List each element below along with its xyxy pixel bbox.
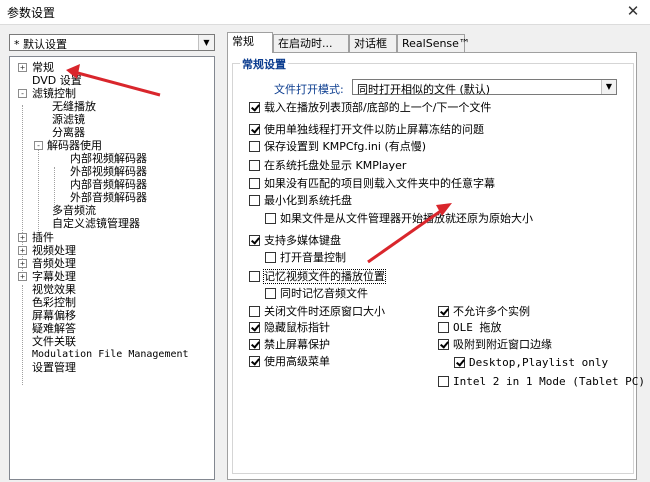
option-restore-original[interactable]: 如果文件是从文件管理器开始播放就还原为原始大小 — [265, 212, 533, 226]
option-save-ini[interactable]: 保存设置到 KMPCfg.ini (有点慢) — [249, 140, 426, 154]
settings-tree[interactable]: + 常规 DVD 设置 - 滤镜控制 无缝播放 源滤镜 分离器 - 解码器使用 … — [9, 56, 215, 480]
option-single-instance[interactable]: 不允许多个实例 — [438, 305, 530, 319]
profile-value: * 默认设置 — [14, 38, 67, 51]
tree-item-source-filter[interactable]: 源滤镜 — [52, 113, 85, 126]
tree-item-video-proc[interactable]: + 视频处理 — [15, 244, 76, 257]
tree-item-screen-offset[interactable]: 屏幕偏移 — [32, 309, 76, 322]
profile-select[interactable]: * 默认设置 ▼ — [9, 34, 215, 51]
tree-item-int-video-decoder[interactable]: 内部视频解码器 — [70, 152, 147, 165]
checkbox-checked[interactable] — [249, 322, 260, 333]
checkbox-checked[interactable] — [249, 356, 260, 367]
expand-icon[interactable]: + — [18, 63, 27, 72]
checkbox-unchecked[interactable] — [265, 252, 276, 263]
tree-item-ext-video-decoder[interactable]: 外部视频解码器 — [70, 165, 147, 178]
collapse-icon[interactable]: - — [18, 89, 27, 98]
option-separate-thread[interactable]: 使用单独线程打开文件以防止屏幕冻结的问题 — [249, 123, 484, 137]
tab-on-startup[interactable]: 在启动时... — [273, 34, 349, 52]
expand-icon[interactable]: + — [18, 246, 27, 255]
tree-item-file-assoc[interactable]: 文件关联 — [32, 335, 76, 348]
option-intel-2in1[interactable]: Intel 2 in 1 Mode (Tablet PC) — [438, 375, 645, 389]
tree-item-splitter[interactable]: 分离器 — [52, 126, 85, 139]
tree-item-decoder-usage[interactable]: - 解码器使用 — [32, 139, 102, 152]
expand-icon[interactable]: + — [18, 233, 27, 242]
option-snap-edges[interactable]: 吸附到附近窗口边缘 — [438, 338, 552, 352]
checkbox-unchecked[interactable] — [249, 141, 260, 152]
tree-item-int-audio-decoder[interactable]: 内部音频解码器 — [70, 178, 147, 191]
option-load-prev-next[interactable]: 载入在播放列表顶部/底部的上一个/下一个文件 — [249, 101, 491, 115]
checkbox-checked[interactable] — [454, 357, 465, 368]
window-title: 参数设置 — [7, 6, 56, 20]
option-ole-drag[interactable]: OLE 拖放 — [438, 321, 502, 335]
tree-line — [22, 285, 23, 385]
expand-icon[interactable]: + — [18, 259, 27, 268]
checkbox-unchecked[interactable] — [438, 376, 449, 387]
option-hide-cursor[interactable]: 隐藏鼠标指针 — [249, 321, 330, 335]
chevron-down-icon[interactable]: ▼ — [198, 35, 214, 50]
file-open-value: 同时打开相似的文件 (默认) — [357, 83, 491, 96]
option-remember-position[interactable]: 记忆视频文件的播放位置 — [249, 269, 386, 284]
tab-general[interactable]: 常规 — [227, 32, 273, 53]
tree-item-troubleshoot[interactable]: 疑难解答 — [32, 322, 76, 335]
tree-item-ext-audio-decoder[interactable]: 外部音频解码器 — [70, 191, 147, 204]
checkbox-unchecked[interactable] — [265, 213, 276, 224]
checkbox-checked[interactable] — [249, 235, 260, 246]
tree-item-modulation[interactable]: Modulation File Management — [32, 348, 189, 361]
chevron-down-icon[interactable]: ▼ — [601, 80, 616, 94]
option-remember-audio[interactable]: 同时记忆音频文件 — [265, 287, 368, 301]
checkbox-checked[interactable] — [438, 339, 449, 350]
checkbox-checked[interactable] — [249, 102, 260, 113]
tree-item-dvd[interactable]: DVD 设置 — [32, 74, 82, 87]
tree-item-color-control[interactable]: 色彩控制 — [32, 296, 76, 309]
option-desktop-playlist[interactable]: Desktop,Playlist only — [454, 356, 608, 370]
option-any-subtitle[interactable]: 如果没有匹配的项目则载入文件夹中的任意字幕 — [249, 177, 495, 191]
checkbox-checked[interactable] — [438, 306, 449, 317]
close-icon[interactable]: ✕ — [624, 2, 642, 20]
option-multimedia-keys[interactable]: 支持多媒体键盘 — [249, 234, 341, 248]
expand-icon[interactable]: + — [18, 272, 27, 281]
group-title: 常规设置 — [240, 56, 288, 72]
option-no-screensaver[interactable]: 禁止屏幕保护 — [249, 338, 330, 352]
checkbox-checked[interactable] — [249, 124, 260, 135]
option-minimize-tray[interactable]: 最小化到系统托盘 — [249, 194, 352, 208]
checkbox-unchecked[interactable] — [249, 160, 260, 171]
option-restore-window[interactable]: 关闭文件时还原窗口大小 — [249, 305, 385, 319]
checkbox-unchecked[interactable] — [249, 306, 260, 317]
tree-line — [38, 141, 39, 233]
tree-item-plugins[interactable]: + 插件 — [15, 231, 54, 244]
option-tray-show[interactable]: 在系统托盘处显示 KMPlayer — [249, 159, 406, 173]
file-open-label: 文件打开模式: — [274, 83, 344, 96]
tree-item-custom-filter[interactable]: 自定义滤镜管理器 — [52, 217, 140, 230]
tree-item-visual-effects[interactable]: 视觉效果 — [32, 283, 76, 296]
tree-item-seamless[interactable]: 无缝播放 — [52, 100, 96, 113]
file-open-select[interactable]: 同时打开相似的文件 (默认) ▼ — [352, 79, 617, 96]
checkbox-unchecked[interactable] — [438, 322, 449, 333]
option-advanced-menu[interactable]: 使用高级菜单 — [249, 355, 330, 369]
checkbox-unchecked[interactable] — [265, 288, 276, 299]
checkbox-unchecked[interactable] — [249, 195, 260, 206]
checkbox-unchecked[interactable] — [249, 271, 260, 282]
tab-dialog[interactable]: 对话框 — [349, 34, 397, 52]
tree-item-general[interactable]: + 常规 — [15, 61, 54, 74]
tab-realsense[interactable]: RealSense™ — [397, 34, 470, 52]
title-bar: 参数设置 ✕ — [0, 0, 650, 25]
tree-item-multi-audio[interactable]: 多音频流 — [52, 204, 96, 217]
checkbox-checked[interactable] — [249, 339, 260, 350]
tree-item-subtitle-proc[interactable]: + 字幕处理 — [15, 270, 76, 283]
option-volume-control[interactable]: 打开音量控制 — [265, 251, 346, 265]
tree-item-filter-control[interactable]: - 滤镜控制 — [15, 87, 76, 100]
checkbox-unchecked[interactable] — [249, 178, 260, 189]
collapse-icon[interactable]: - — [34, 141, 43, 150]
tree-item-audio-proc[interactable]: + 音频处理 — [15, 257, 76, 270]
tree-item-settings-mgmt[interactable]: 设置管理 — [32, 361, 76, 374]
